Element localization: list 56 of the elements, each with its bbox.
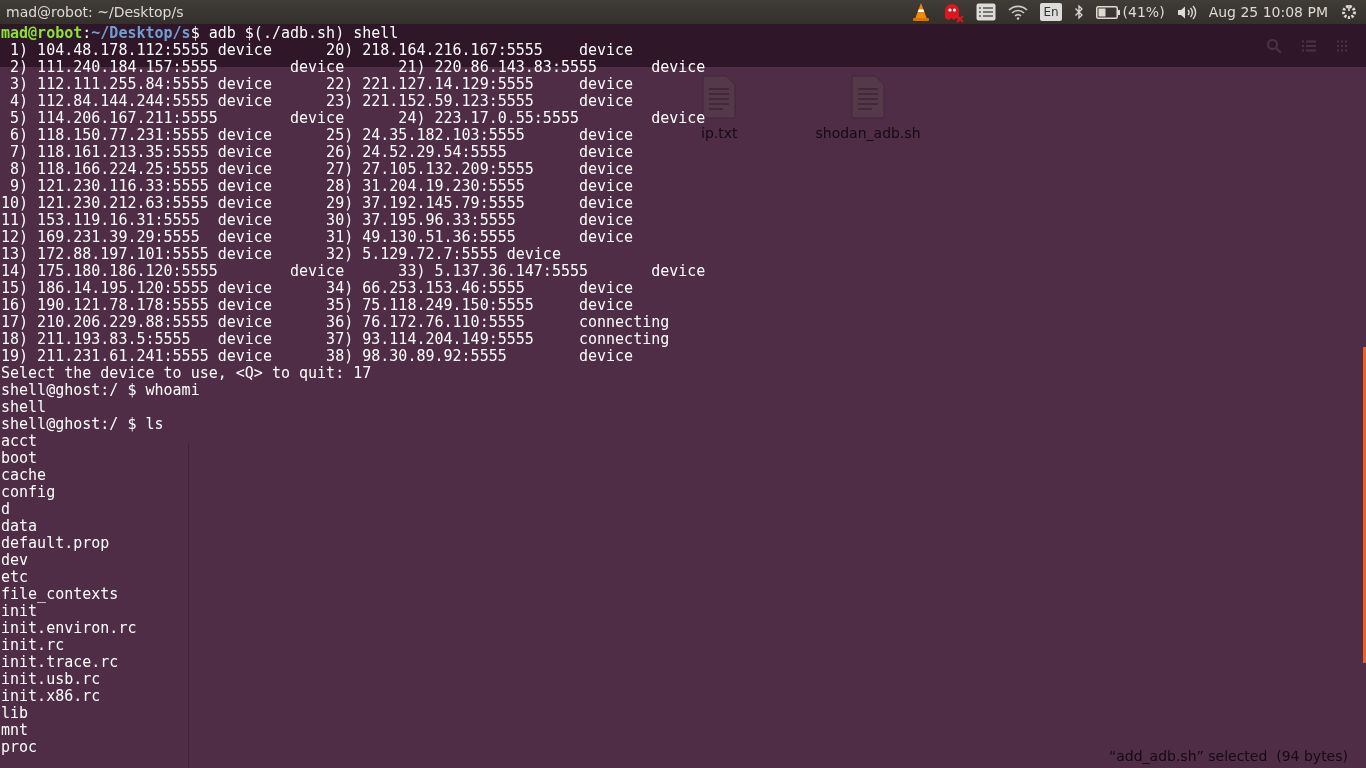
terminal-line: 3) 112.111.255.84:5555 device 22) 221.127.14.129:5555 device	[9, 76, 634, 93]
wifi-icon[interactable]	[1008, 4, 1029, 20]
terminal-line: 6) 118.150.77.231:5555 device 25) 24.35.182.103:5555 device	[9, 127, 634, 144]
terminal-line: 11) 153.119.16.31:5555 device 30) 37.195.96.33:5555 device	[1, 212, 634, 229]
terminal-line: 7) 118.161.213.35:5555 device 26) 24.52.29.54:5555 device	[9, 144, 634, 161]
terminal-line: init	[1, 603, 38, 620]
terminal-line: shell@ghost:/ $ whoami	[1, 382, 200, 399]
keyboard-layout-indicator[interactable]: En	[1040, 3, 1062, 21]
terminal-line: 16) 190.121.78.178:5555 device 35) 75.118.249.150:5555 device	[1, 297, 634, 314]
terminal-line: 14) 175.180.186.120:5555 device 33) 5.137.36.147:5555 device	[1, 263, 706, 280]
terminal-line: init.trace.rc	[1, 654, 119, 671]
terminal-line: lib	[1, 705, 29, 722]
window-title: mad@robot: ~/Desktop/s	[6, 4, 184, 20]
volume-icon[interactable]	[1176, 4, 1197, 20]
terminal-line: config	[1, 484, 56, 501]
battery-percentage: (41%)	[1122, 4, 1165, 20]
status-bar-text: “add_adb.sh” selected (94 bytes)	[1108, 748, 1348, 764]
terminal-line: 1) 104.48.178.112:5555 device 20) 218.164.216.167:5555 device	[9, 42, 634, 59]
terminal-line: shell	[1, 399, 47, 416]
ghost-icon[interactable]	[942, 1, 965, 23]
terminal-line: 18) 211.193.83.5:5555 device 37) 93.114.204.149:5555 connecting	[1, 331, 670, 348]
terminal-line: 19) 211.231.61.241:5555 device 38) 98.30.89.92:5555 device	[1, 348, 634, 365]
terminal-line: acct	[1, 433, 38, 450]
terminal-line: 10) 121.230.212.63:5555 device 29) 37.192.145.79:5555 device	[1, 195, 634, 212]
terminal-line: 12) 169.231.39.29:5555 device 31) 49.130.51.36:5555 device	[1, 229, 634, 246]
terminal-line: 17) 210.206.229.88:5555 device 36) 76.172.76.110:5555 connecting	[1, 314, 670, 331]
traffic-cone-icon[interactable]	[912, 2, 931, 22]
terminal-line: init.environ.rc	[1, 620, 137, 637]
terminal-line: init.x86.rc	[1, 688, 101, 705]
terminal-line: shell@ghost:/ $ ls	[1, 416, 164, 433]
terminal-line: Select the device to use, <Q> to quit: 17	[1, 365, 372, 382]
terminal-line: etc	[1, 569, 29, 586]
terminal-line: dev	[1, 552, 29, 569]
terminal-line: 13) 172.88.197.101:5555 device 32) 5.129.72.7:5555 device	[1, 246, 561, 263]
terminal-line: 4) 112.84.144.244:5555 device 23) 221.152.59.123:5555 device	[9, 93, 634, 110]
bluetooth-icon[interactable]	[1073, 4, 1084, 20]
terminal-line: 8) 118.166.224.25:5555 device 27) 27.105.132.209:5555 device	[9, 161, 634, 178]
terminal-line: data	[1, 518, 38, 535]
terminal-line: cache	[1, 467, 47, 484]
prompt-line: mad@robot:~/Desktop/s$ adb $(./adb.sh) shell	[1, 25, 399, 42]
terminal-line: proc	[1, 739, 38, 756]
scrollbar-thumb[interactable]	[1363, 347, 1366, 663]
terminal-line: 5) 114.206.167.211:5555 device 24) 223.17.0.55:5555 device	[9, 110, 706, 127]
terminal-line: mnt	[1, 722, 29, 739]
terminal-line: 15) 186.14.195.120:5555 device 34) 66.253.153.46:5555 device	[1, 280, 634, 297]
terminal-line: 9) 121.230.116.33:5555 device 28) 31.204.19.230:5555 device	[9, 178, 634, 195]
terminal-line: default.prop	[1, 535, 110, 552]
terminal-line: boot	[1, 450, 38, 467]
clock[interactable]: Aug 25 10:08 PM	[1208, 4, 1328, 20]
terminal-line: file_contexts	[1, 586, 119, 603]
terminal-line: init.usb.rc	[1, 671, 101, 688]
terminal-line: d	[1, 501, 11, 518]
terminal-line: 2) 111.240.184.157:5555 device 21) 220.86.143.83:5555 device	[9, 59, 706, 76]
battery-icon[interactable]	[1095, 5, 1120, 19]
list-icon[interactable]	[976, 3, 997, 21]
terminal-line: init.rc	[1, 637, 65, 654]
